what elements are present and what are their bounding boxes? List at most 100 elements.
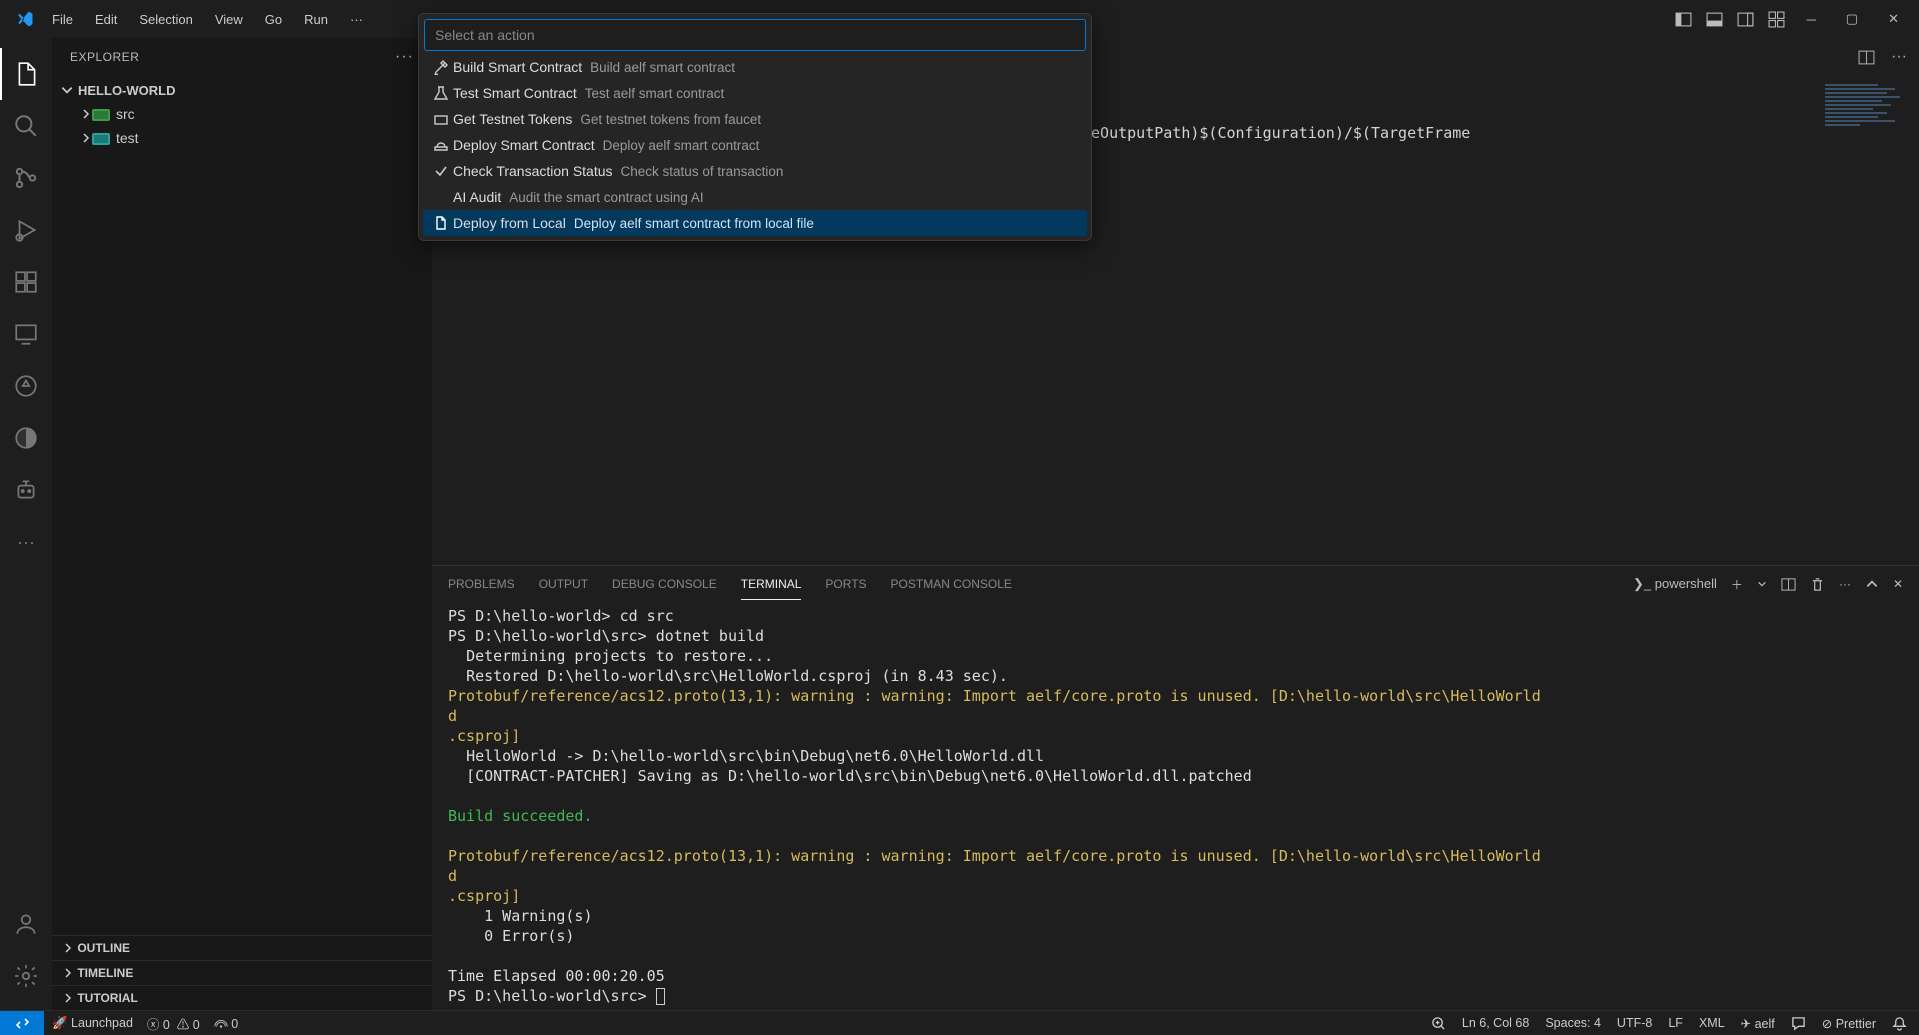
- panel-close-icon[interactable]: ✕: [1893, 577, 1903, 591]
- activity-settings[interactable]: [0, 950, 52, 1002]
- section-tutorial[interactable]: TUTORIAL: [52, 985, 432, 1010]
- status-launchpad[interactable]: 🚀 Launchpad: [52, 1016, 133, 1031]
- menu-more[interactable]: ···: [340, 6, 373, 33]
- palette-item-3[interactable]: Deploy Smart ContractDeploy aelf smart c…: [423, 132, 1087, 158]
- explorer-sidebar: EXPLORER ··· HELLO-WORLD src test OUTLIN…: [52, 38, 432, 1010]
- palette-item-6[interactable]: Deploy from LocalDeploy aelf smart contr…: [423, 210, 1087, 236]
- folder-src-label: src: [116, 106, 135, 122]
- menu-edit[interactable]: Edit: [85, 6, 127, 33]
- chevron-right-icon: [62, 942, 74, 954]
- activity-extensions[interactable]: [0, 256, 52, 308]
- terminal-new-icon[interactable]: ＋: [1731, 576, 1743, 593]
- activity-accounts[interactable]: [0, 898, 52, 950]
- tab-debug-console[interactable]: DEBUG CONSOLE: [612, 569, 717, 599]
- layout-sidebar-right-icon[interactable]: [1737, 11, 1754, 28]
- activity-circle-1[interactable]: [0, 360, 52, 412]
- menu-view[interactable]: View: [205, 6, 253, 33]
- tab-terminal[interactable]: TERMINAL: [741, 569, 802, 600]
- warning-count: 0: [193, 1018, 200, 1032]
- section-tutorial-label: TUTORIAL: [77, 991, 137, 1005]
- tree-root-label: HELLO-WORLD: [78, 83, 175, 98]
- activity-scm[interactable]: [0, 152, 52, 204]
- chevron-down-icon[interactable]: [1757, 579, 1767, 589]
- activity-bot[interactable]: [0, 464, 52, 516]
- chevron-down-icon: [60, 83, 74, 97]
- folder-green-icon: [92, 107, 110, 121]
- feedback-icon[interactable]: [1791, 1016, 1806, 1031]
- explorer-more-icon[interactable]: ···: [395, 48, 414, 66]
- activity-more[interactable]: ···: [0, 516, 52, 568]
- split-editor-icon[interactable]: [1858, 49, 1875, 66]
- chevron-right-icon: [80, 132, 92, 144]
- tree-folder-test[interactable]: test: [52, 126, 432, 150]
- status-prettier[interactable]: ⊘ Prettier: [1822, 1016, 1876, 1031]
- palette-item-0[interactable]: Build Smart ContractBuild aelf smart con…: [423, 54, 1087, 80]
- menu-bar: File Edit Selection View Go Run ···: [42, 6, 373, 33]
- activity-remote[interactable]: [0, 308, 52, 360]
- tab-problems[interactable]: PROBLEMS: [448, 569, 515, 599]
- zoom-icon[interactable]: [1431, 1016, 1446, 1031]
- section-outline-label: OUTLINE: [77, 941, 130, 955]
- shell-name: powershell: [1655, 576, 1717, 591]
- folder-teal-icon: [92, 131, 110, 145]
- prettier-label: Prettier: [1836, 1017, 1876, 1031]
- trash-icon[interactable]: [1810, 577, 1825, 592]
- tab-output[interactable]: OUTPUT: [539, 569, 588, 599]
- tab-postman-console[interactable]: POSTMAN CONSOLE: [891, 569, 1012, 599]
- activity-bar: ···: [0, 38, 52, 1010]
- status-language[interactable]: XML: [1699, 1016, 1725, 1030]
- remote-indicator[interactable]: [0, 1011, 44, 1035]
- error-count: 0: [163, 1018, 170, 1032]
- palette-item-4[interactable]: Check Transaction StatusCheck status of …: [423, 158, 1087, 184]
- window-maximize[interactable]: ▢: [1838, 11, 1866, 27]
- status-bar: 🚀 Launchpad ⓧ 0 ⚠ 0 0 Ln 6, Col 68 Space…: [0, 1010, 1919, 1035]
- explorer-title: EXPLORER: [70, 50, 139, 64]
- ports-count: 0: [231, 1017, 238, 1031]
- panel-more-icon[interactable]: ···: [1839, 577, 1851, 591]
- status-problems[interactable]: ⓧ 0 ⚠ 0: [147, 1014, 200, 1033]
- aelf-label: aelf: [1755, 1017, 1775, 1031]
- chevron-right-icon: [62, 992, 74, 1004]
- terminal-shell-indicator[interactable]: ❯_ powershell: [1633, 576, 1717, 592]
- layout-panel-bottom-icon[interactable]: [1706, 11, 1723, 28]
- status-aelf[interactable]: ✈ aelf: [1741, 1016, 1775, 1031]
- command-palette: Build Smart ContractBuild aelf smart con…: [418, 13, 1092, 241]
- menu-go[interactable]: Go: [255, 6, 292, 33]
- editor-more-icon[interactable]: ···: [1891, 48, 1907, 66]
- status-cursor-pos[interactable]: Ln 6, Col 68: [1462, 1016, 1529, 1030]
- bell-icon[interactable]: [1892, 1016, 1907, 1031]
- activity-explorer[interactable]: [0, 48, 52, 100]
- chevron-right-icon: [62, 967, 74, 979]
- palette-item-1[interactable]: Test Smart ContractTest aelf smart contr…: [423, 80, 1087, 106]
- chevron-up-icon[interactable]: [1865, 577, 1879, 591]
- section-timeline[interactable]: TIMELINE: [52, 960, 432, 985]
- launchpad-label: Launchpad: [71, 1016, 133, 1030]
- activity-search[interactable]: [0, 100, 52, 152]
- palette-input[interactable]: [424, 19, 1086, 51]
- chevron-right-icon: [80, 108, 92, 120]
- section-timeline-label: TIMELINE: [77, 966, 133, 980]
- section-outline[interactable]: OUTLINE: [52, 935, 432, 960]
- menu-selection[interactable]: Selection: [129, 6, 202, 33]
- tree-folder-src[interactable]: src: [52, 102, 432, 126]
- status-eol[interactable]: LF: [1668, 1016, 1683, 1030]
- menu-file[interactable]: File: [42, 6, 83, 33]
- activity-circle-2[interactable]: [0, 412, 52, 464]
- tab-ports[interactable]: PORTS: [825, 569, 866, 599]
- split-terminal-icon[interactable]: [1781, 577, 1796, 592]
- vscode-logo-icon: [16, 10, 34, 28]
- palette-item-5[interactable]: AI AuditAudit the smart contract using A…: [423, 184, 1087, 210]
- palette-item-2[interactable]: Get Testnet TokensGet testnet tokens fro…: [423, 106, 1087, 132]
- customize-layout-icon[interactable]: [1768, 11, 1785, 28]
- menu-run[interactable]: Run: [294, 6, 338, 33]
- bottom-panel: PROBLEMS OUTPUT DEBUG CONSOLE TERMINAL P…: [432, 565, 1919, 1010]
- window-minimize[interactable]: ─: [1799, 12, 1824, 27]
- window-close[interactable]: ✕: [1880, 11, 1907, 27]
- status-indent[interactable]: Spaces: 4: [1545, 1016, 1601, 1030]
- terminal-output[interactable]: PS D:\hello-world> cd src PS D:\hello-wo…: [432, 602, 1919, 1010]
- activity-run-debug[interactable]: [0, 204, 52, 256]
- status-encoding[interactable]: UTF-8: [1617, 1016, 1652, 1030]
- tree-root[interactable]: HELLO-WORLD: [52, 78, 432, 102]
- status-ports[interactable]: 0: [214, 1016, 238, 1031]
- layout-sidebar-left-icon[interactable]: [1675, 11, 1692, 28]
